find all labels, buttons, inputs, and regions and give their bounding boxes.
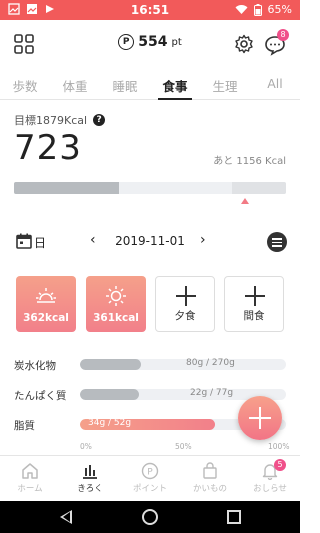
meal-card-lunch[interactable]: 361kcal xyxy=(86,276,146,332)
nav-label: きろく xyxy=(77,484,103,494)
nutrient-row-carbs: 炭水化物 80g / 270g xyxy=(0,358,300,372)
plus-icon xyxy=(176,286,196,306)
tab-weight[interactable]: 体重 xyxy=(50,68,100,99)
scale-label-end: 100% xyxy=(268,442,290,451)
chat-badge: 8 xyxy=(277,29,289,41)
scale-label-start: 0% xyxy=(80,442,92,451)
chat-button[interactable]: 8 xyxy=(264,29,289,56)
nutrient-bar-fill xyxy=(80,359,141,370)
home-icon xyxy=(22,463,38,479)
recent-apps-icon[interactable] xyxy=(227,510,241,524)
nutrient-label: 脂質 xyxy=(14,420,35,432)
menu-line xyxy=(272,241,282,243)
battery-icon xyxy=(253,3,262,16)
shopping-bag-icon xyxy=(203,462,217,479)
nav-home[interactable]: ホーム xyxy=(0,456,60,501)
nutrient-bar xyxy=(80,359,286,370)
scale-label-mid: 50% xyxy=(175,442,192,451)
calorie-target-marker xyxy=(241,198,250,204)
nutrient-value: 22g / 77g xyxy=(190,388,234,398)
system-navigation-bar xyxy=(0,501,300,533)
meal-card-label: 夕食 xyxy=(174,310,196,322)
next-date-button[interactable]: › xyxy=(200,232,206,248)
back-icon[interactable] xyxy=(60,510,72,524)
nav-label: かいもの xyxy=(192,484,227,494)
nutrient-label: たんぱく質 xyxy=(14,390,67,402)
list-menu-button[interactable] xyxy=(267,232,287,252)
date-navigation: 日 ‹ 2019-11-01 › xyxy=(0,230,300,254)
nav-record[interactable]: きろく xyxy=(60,456,120,501)
meal-card-label: 間食 xyxy=(243,310,265,322)
meal-card-breakfast[interactable]: 362kcal xyxy=(16,276,76,332)
meal-card-label: 362kcal xyxy=(23,312,69,324)
help-icon[interactable]: ? xyxy=(93,114,106,126)
nutrient-label: 炭水化物 xyxy=(14,360,56,372)
notification-badge: 5 xyxy=(274,459,286,471)
menu-line xyxy=(272,238,282,240)
nav-notifications[interactable]: 5 おしらせ xyxy=(240,456,300,501)
points-value: 554 xyxy=(138,34,168,50)
tab-steps[interactable]: 歩数 xyxy=(0,68,50,99)
nutrient-bar-fill xyxy=(80,389,139,400)
points-display[interactable]: P 554 pt xyxy=(0,34,300,50)
status-bar: 16:51 65% xyxy=(0,0,300,20)
calorie-progress-bar xyxy=(14,182,286,194)
sun-icon xyxy=(106,286,126,306)
calorie-target-label: 目標1879Kcal xyxy=(14,114,88,127)
current-date: 2019-11-01 xyxy=(115,234,185,248)
gear-icon[interactable] xyxy=(234,34,254,54)
meal-card-dinner[interactable]: 夕食 xyxy=(155,276,215,332)
calorie-remaining: あと 1156 Kcal xyxy=(213,156,286,167)
meal-card-snack[interactable]: 間食 xyxy=(224,276,284,332)
calorie-value: 723 xyxy=(14,128,82,168)
nutrient-value: 80g / 270g xyxy=(186,358,235,368)
battery-percent: 65% xyxy=(267,3,292,16)
calorie-target-zone xyxy=(231,182,286,194)
plus-icon xyxy=(245,286,265,306)
sunrise-icon xyxy=(36,288,56,303)
nav-label: ポイント xyxy=(132,484,167,494)
menu-line xyxy=(272,245,282,247)
point-icon: P xyxy=(141,462,159,480)
svg-text:P: P xyxy=(147,468,153,478)
status-indicators: 65% xyxy=(235,3,292,16)
wifi-icon xyxy=(235,5,248,14)
nav-points[interactable]: P ポイント xyxy=(120,456,180,501)
home-circle-icon[interactable] xyxy=(142,509,158,525)
nav-label: ホーム xyxy=(17,484,43,494)
category-tabs: 歩数 体重 睡眠 食事 生理 All xyxy=(0,68,300,100)
points-unit: pt xyxy=(171,36,182,48)
add-meal-fab[interactable] xyxy=(238,396,282,440)
meal-card-label: 361kcal xyxy=(93,312,139,324)
nutrient-value: 34g / 52g xyxy=(88,418,132,428)
chart-icon xyxy=(83,465,97,479)
tab-all[interactable]: All xyxy=(250,68,300,99)
tab-period[interactable]: 生理 xyxy=(200,68,250,99)
calorie-target: 目標1879Kcal ? xyxy=(14,112,106,128)
calorie-progress-fill xyxy=(14,182,119,194)
nav-shopping[interactable]: かいもの xyxy=(180,456,240,501)
top-bar: P 554 pt 8 xyxy=(0,20,300,68)
tab-sleep[interactable]: 睡眠 xyxy=(100,68,150,99)
bottom-navigation: ホーム きろく P ポイント かいもの 5 おしらせ xyxy=(0,455,300,501)
points-icon: P xyxy=(118,34,135,50)
nav-label: おしらせ xyxy=(253,484,287,494)
tab-meals[interactable]: 食事 xyxy=(150,68,200,100)
